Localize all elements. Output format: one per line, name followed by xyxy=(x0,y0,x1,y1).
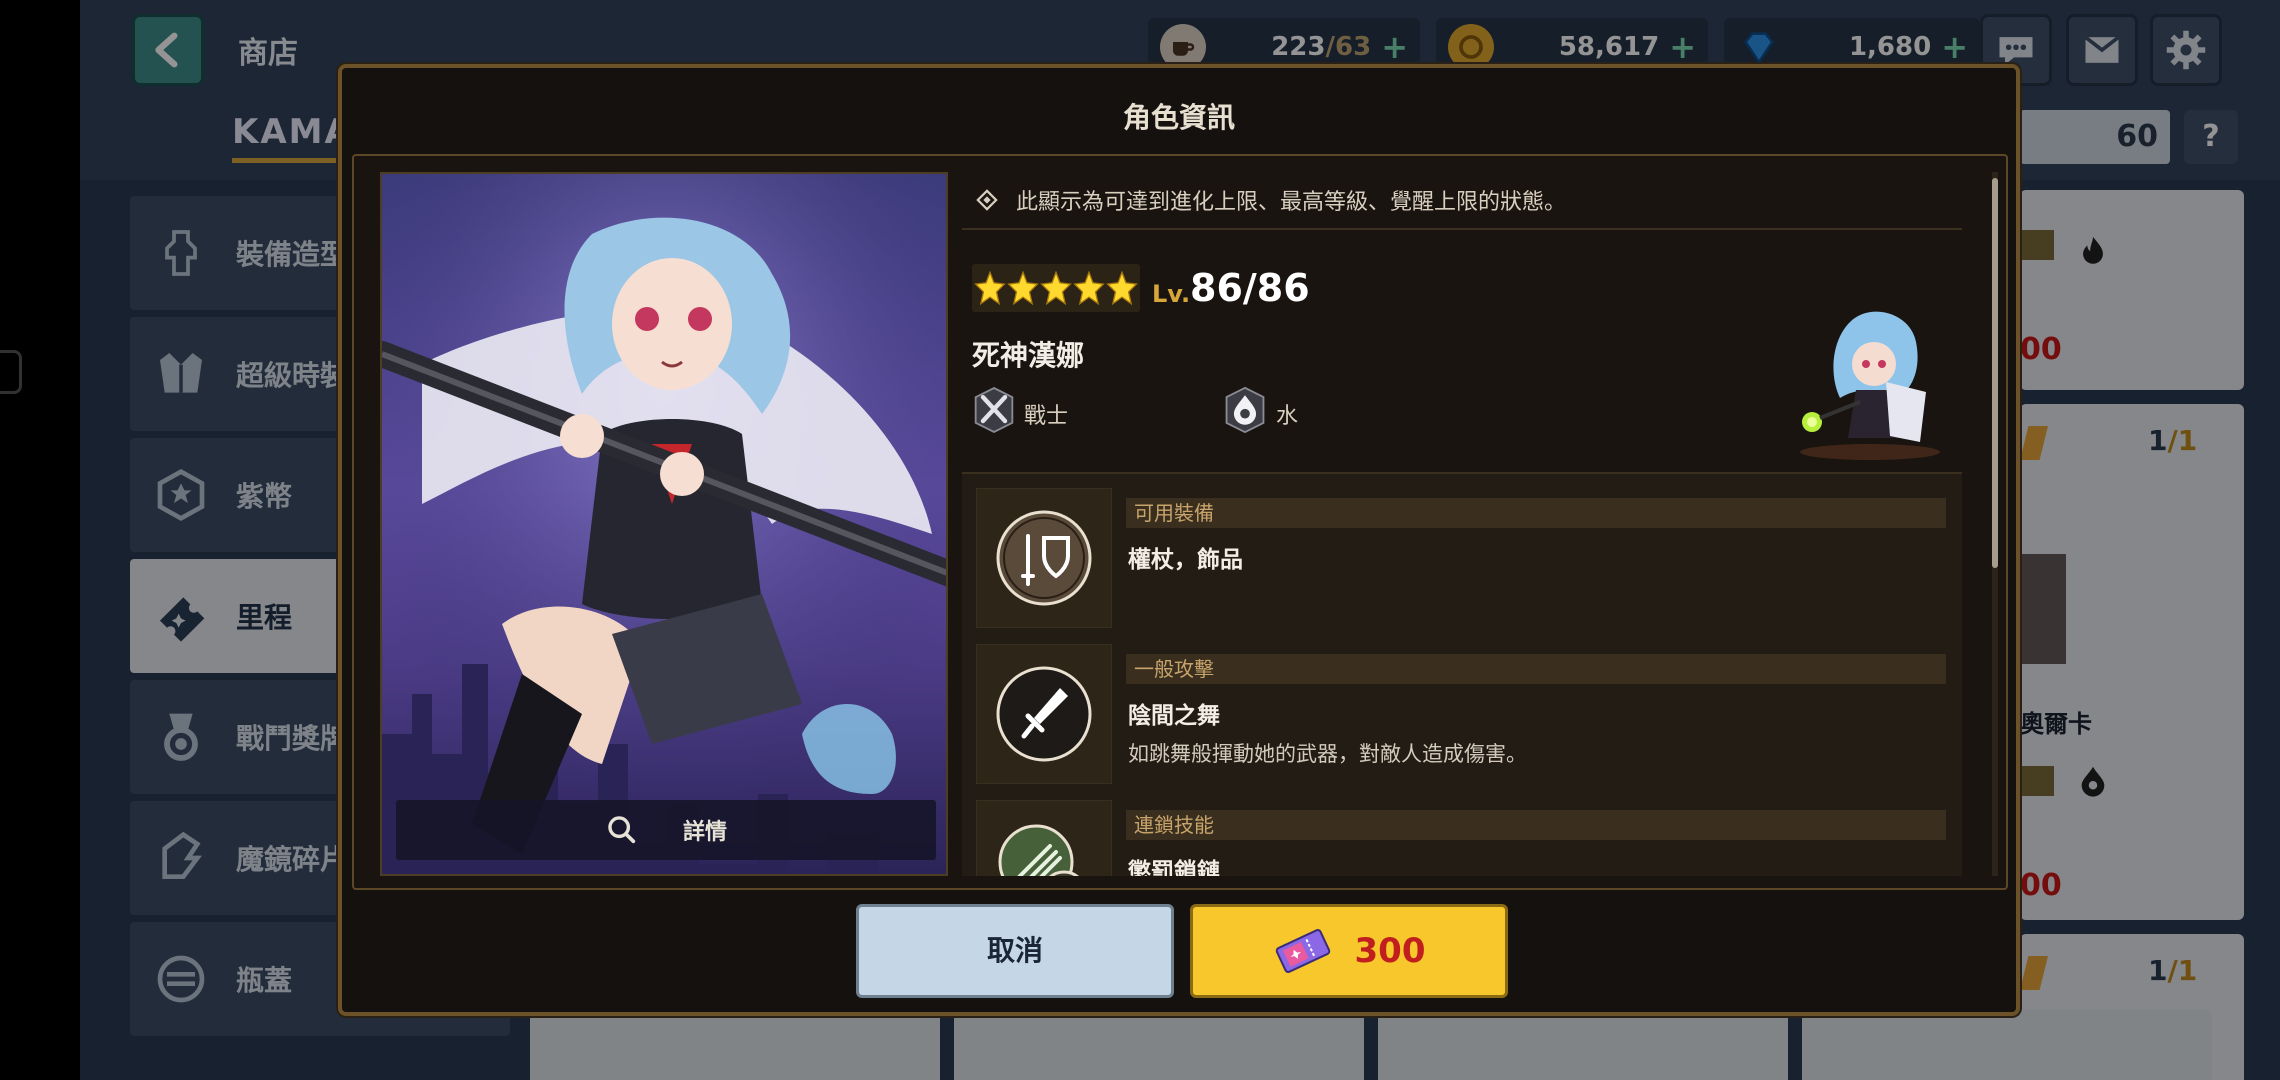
character-name: 死神漢娜 xyxy=(972,339,1085,372)
star-icon xyxy=(974,271,1006,305)
skill-name: 權杖，飾品 xyxy=(1128,547,1243,573)
skill-tag: 一般攻擊 xyxy=(1126,654,1946,684)
notice-text: 此顯示為可達到進化上限、最高等級、覺醒上限的狀態。 xyxy=(1016,190,1567,215)
skill-row-normal-attack: 一般攻擊 陰間之舞 如跳舞般揮動她的武器，對敵人造成傷害。 xyxy=(976,644,1952,784)
search-icon xyxy=(608,816,636,844)
dialog-title: 角色資訊 xyxy=(1122,101,1235,134)
details-button[interactable]: 詳情 xyxy=(396,800,936,860)
level-prefix: Lv. xyxy=(1152,280,1191,308)
notice-row: 此顯示為可達到進化上限、最高等級、覺醒上限的狀態。 xyxy=(962,172,1962,230)
skill-list: 可用裝備 權杖，飾品 一般攻擊 陰間之舞 如跳舞般揮動她的武器，對敵人造成傷害。 xyxy=(962,472,1962,876)
character-info-panel[interactable]: 此顯示為可達到進化上限、最高等級、覺醒上限的狀態。 Lv. 86/86 死神漢娜… xyxy=(962,172,1972,876)
star-icon xyxy=(1106,271,1138,305)
water-element-icon xyxy=(1225,386,1265,434)
details-label: 詳情 xyxy=(682,820,727,845)
skill-name: 陰間之舞 xyxy=(1128,703,1220,729)
level-value: 86/86 xyxy=(1190,266,1310,310)
equipment-icon xyxy=(996,510,1092,606)
dialog-content: 詳情 此顯示為可達到進化上限、最高等級、覺醒上限的狀態。 Lv. 86/86 死… xyxy=(352,154,2008,890)
skill-icon-frame xyxy=(976,644,1112,784)
info-scrollbar-thumb[interactable] xyxy=(1992,178,1998,568)
purchase-price: 300 xyxy=(1354,931,1426,971)
skill-icon-frame xyxy=(976,488,1112,628)
skill-description: 如跳舞般揮動她的武器，對敵人造成傷害。 xyxy=(1128,742,1527,766)
skill-row-chain-skill: 連鎖技能 懲罰鎖鏈 xyxy=(976,800,1952,876)
cancel-button[interactable]: 取消 xyxy=(856,904,1174,998)
skill-tag: 可用裝備 xyxy=(1126,498,1946,528)
character-sprite xyxy=(1800,311,1940,460)
diamond-bullet-icon xyxy=(976,189,998,211)
sword-icon xyxy=(996,666,1092,762)
character-portrait: 詳情 xyxy=(380,172,948,876)
mileage-ticket-icon xyxy=(1275,929,1330,973)
star-icon xyxy=(1073,271,1105,305)
element-label: 水 xyxy=(1276,404,1299,429)
character-info-dialog: 角色資訊 詳情 此顯示為可達到進化上限、最高等級、覺醒上限的狀態。 Lv. 86… xyxy=(338,64,2020,1016)
skill-tag: 連鎖技能 xyxy=(1126,810,1946,840)
skill-row-equipment: 可用裝備 權杖，飾品 xyxy=(976,488,1952,628)
class-label: 戰士 xyxy=(1024,404,1069,429)
skill-name: 懲罰鎖鏈 xyxy=(1128,859,1220,876)
star-rating xyxy=(972,264,1140,312)
character-illustration xyxy=(382,174,946,874)
skill-icon-frame xyxy=(976,800,1112,876)
purchase-button[interactable]: 300 xyxy=(1190,904,1508,998)
star-icon xyxy=(1040,271,1072,305)
warrior-class-icon xyxy=(974,386,1014,434)
star-icon xyxy=(1007,271,1039,305)
chain-skill-icon xyxy=(998,824,1080,876)
